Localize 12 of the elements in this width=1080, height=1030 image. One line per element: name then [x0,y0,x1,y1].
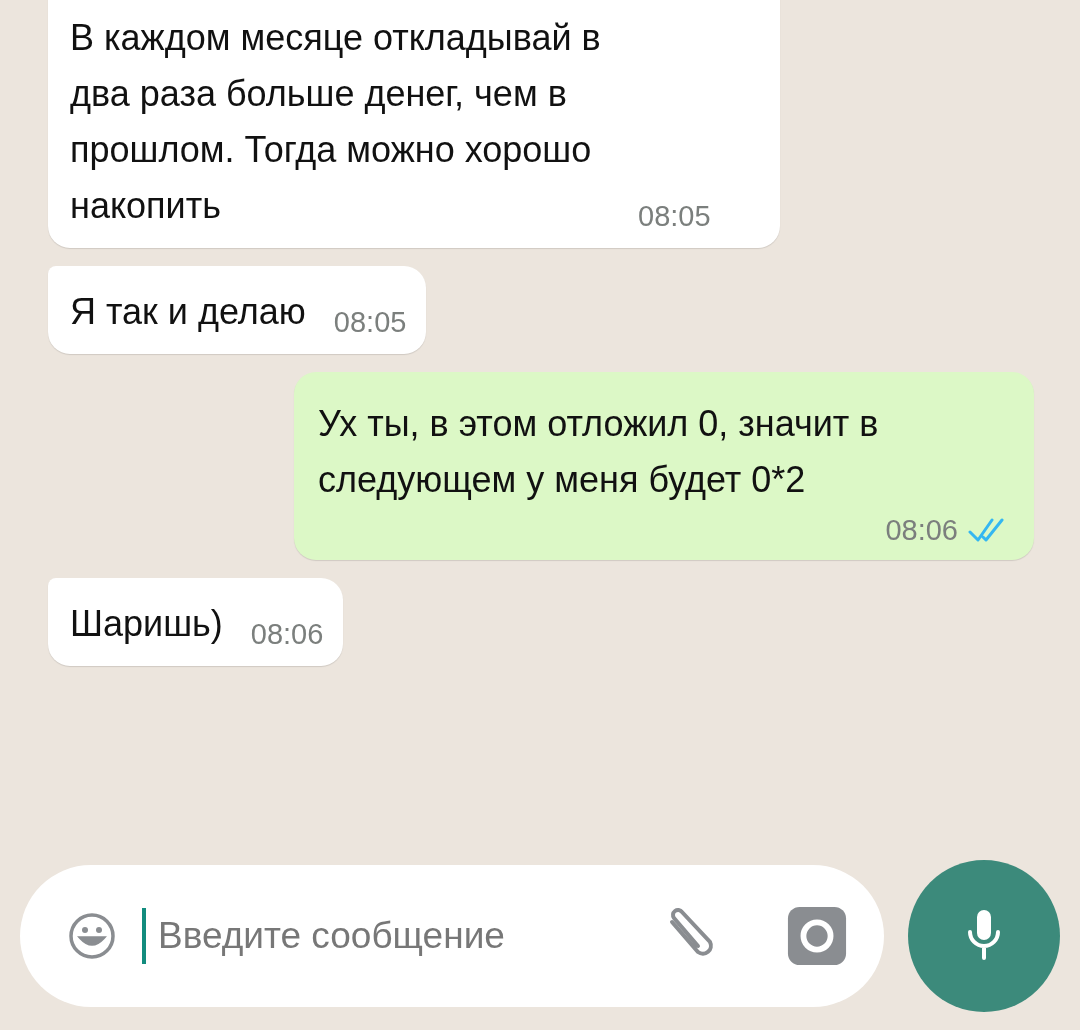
text-cursor [142,908,146,964]
message-text: Я так и делаю [70,290,306,334]
message-time: 08:06 [885,513,958,548]
emoji-icon[interactable] [68,912,116,960]
message-text: Шаришь) [70,602,223,646]
camera-icon[interactable] [786,905,848,967]
message-time: 08:06 [250,617,324,652]
message-time: 08:05 [333,305,407,340]
message-text: В каждом месяце откладывай в два раза больше денег, чем в прошлом. Тогда можно хорошо накопить [70,16,602,228]
message-time: 08:05 [638,199,711,234]
message-text: Ух ты, в этом отложил 0, значит в следующем у меня будет 0*2 [318,402,880,502]
message-input-field[interactable]: Введите сообщение [158,915,648,957]
